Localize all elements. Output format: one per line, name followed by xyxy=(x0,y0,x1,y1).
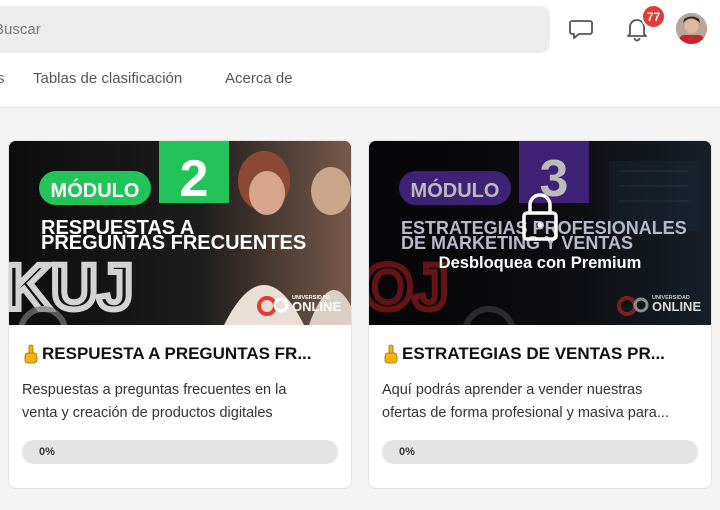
search-box[interactable] xyxy=(0,6,550,53)
brand-logo-text: ONLINE xyxy=(652,299,701,314)
progress-label: 0% xyxy=(399,446,415,458)
module-number: 2 xyxy=(180,150,209,208)
brand-logo-text: ONLINE xyxy=(292,299,341,314)
pointing-hand-icon xyxy=(384,344,398,364)
nav-tab-about[interactable]: Acerca de xyxy=(225,70,293,87)
module-word: MÓDULO xyxy=(51,178,140,202)
description-line: Respuestas a preguntas frecuentes en la xyxy=(22,382,287,398)
course-description: Respuestas a preguntas frecuentes en la … xyxy=(22,379,340,425)
user-avatar[interactable] xyxy=(676,13,707,44)
course-title[interactable]: ESTRATEGIAS DE VENTAS PR... xyxy=(382,344,702,364)
course-card[interactable]: OJ MÓDULO 3 ESTRATEGIAS PROFESIONALES DE… xyxy=(368,140,712,489)
description-line: ofertas de forma profesional y masiva pa… xyxy=(382,405,669,421)
thumbnail-text-overlay: MÓDULO 2 RESPUESTAS A PREGUNTAS FRECUENT… xyxy=(41,150,341,314)
notification-count-badge: 77 xyxy=(641,4,666,29)
avatar-image xyxy=(676,13,707,44)
search-input[interactable] xyxy=(0,6,534,53)
unlock-premium-label: Desbloquea con Premium xyxy=(439,254,642,272)
chat-button[interactable] xyxy=(568,16,594,42)
banner-line-2: DE MARKETING Y VENTAS xyxy=(401,233,633,253)
top-bar: 77 s Tablas de clasificación Acerca de xyxy=(0,0,720,108)
description-line: Aquí podrás aprender a vender nuestras xyxy=(382,382,643,398)
progress-bar: 0% xyxy=(22,440,338,464)
nav-tab-leaderboards[interactable]: Tablas de clasificación xyxy=(33,70,182,87)
nav-item-truncated[interactable]: s xyxy=(0,70,5,87)
course-description: Aquí podrás aprender a vender nuestras o… xyxy=(382,379,700,425)
course-card[interactable]: KUJ MÓDULO 2 RESPUESTAS A PREGUNTAS FREC… xyxy=(8,140,352,489)
course-title[interactable]: RESPUESTA A PREGUNTAS FR... xyxy=(22,344,342,364)
chat-bubble-icon xyxy=(569,20,593,39)
thumbnail-text-overlay: MÓDULO 3 ESTRATEGIAS PROFESIONALES DE MA… xyxy=(401,150,701,314)
progress-bar: 0% xyxy=(382,440,698,464)
pointing-hand-icon xyxy=(24,344,38,364)
description-line: venta y creación de productos digitales xyxy=(22,405,273,421)
module-number: 3 xyxy=(540,150,569,208)
banner-line-2: PREGUNTAS FRECUENTES xyxy=(41,232,306,254)
module-word: MÓDULO xyxy=(411,178,500,202)
progress-label: 0% xyxy=(39,446,55,458)
